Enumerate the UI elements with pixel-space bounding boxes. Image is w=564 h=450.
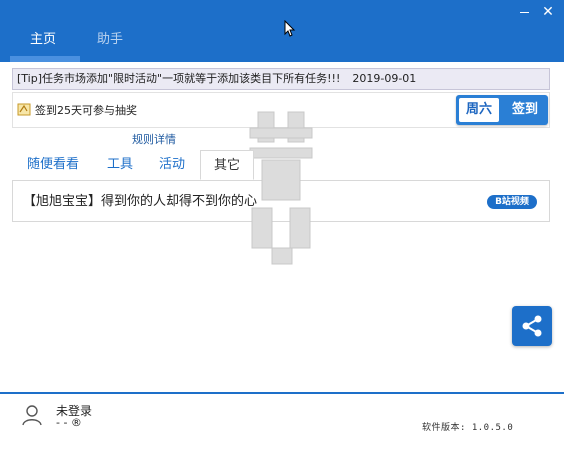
share-icon [522,315,542,337]
user-score: - - ® [56,416,82,429]
rules-link[interactable]: 规则详情 [132,131,176,147]
tab-home[interactable]: 主页 [18,30,68,62]
tip-banner: [Tip]任务市场添加"限时活动"一项就等于添加该类目下所有任务!!! 2019-… [12,68,550,90]
signin-button[interactable]: 周六 签到 [456,95,548,125]
tab-activities[interactable]: 活动 [152,150,192,180]
tip-date: 2019-09-01 [352,72,417,85]
share-button[interactable] [512,306,552,346]
tab-tools[interactable]: 工具 [100,150,140,180]
title-bar: ✕ 主页 助手 [0,0,564,62]
signin-button-label: 签到 [511,102,538,117]
signin-calendar-icon [17,103,31,116]
weekday-label: 周六 [459,98,499,122]
tip-text: [Tip]任务市场添加"限时活动"一项就等于添加该类目下所有任务!!! [17,72,341,85]
mouse-cursor-icon [284,20,296,37]
tab-other[interactable]: 其它 [200,150,254,180]
list-item[interactable]: 【旭旭宝宝】得到你的人却得不到你的心 [23,181,257,223]
software-version: 软件版本: 1.0.5.0 [422,423,514,433]
tab-assistant[interactable]: 助手 [90,30,130,50]
signin-hint: 签到25天可参与抽奖 [35,104,137,117]
tab-browse[interactable]: 随便看看 [20,150,86,180]
minimize-icon[interactable] [516,4,532,20]
user-avatar-icon[interactable] [22,404,42,426]
close-icon[interactable]: ✕ [540,4,556,20]
bilibili-badge[interactable]: B站视频 [487,195,537,209]
footer-divider [0,392,564,394]
loading-overlay-icon [249,111,313,265]
